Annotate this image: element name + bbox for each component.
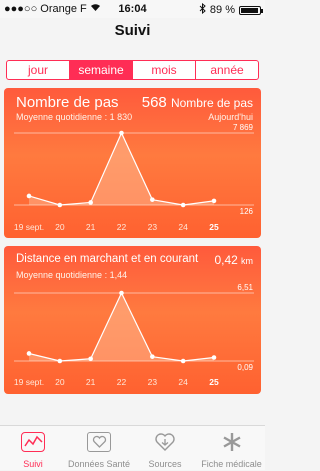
tab-fiche-medicale-label: Fiche médicale bbox=[201, 459, 262, 469]
bluetooth-icon bbox=[199, 2, 206, 17]
x-tick-label: 22 bbox=[117, 222, 127, 232]
data-point bbox=[57, 202, 63, 208]
y-max-label: 6,51 bbox=[237, 283, 253, 292]
segment-mois[interactable]: mois bbox=[133, 61, 196, 79]
x-tick-label: 21 bbox=[86, 222, 96, 232]
y-min-label: 126 bbox=[240, 207, 254, 216]
status-right: 89 % bbox=[199, 2, 263, 17]
distance-line-chart: 6,51 0,09 19 sept. 20 21 22 23 24 25 bbox=[14, 283, 254, 387]
data-point bbox=[26, 351, 32, 356]
steps-line-chart: 7 869 126 19 sept. 20 21 22 23 24 25 bbox=[14, 123, 254, 232]
segment-annee[interactable]: année bbox=[196, 61, 258, 79]
data-point bbox=[150, 354, 155, 359]
y-min-label: 0,09 bbox=[237, 363, 253, 372]
tab-sources[interactable]: Sources bbox=[132, 426, 198, 471]
data-point bbox=[119, 130, 124, 136]
data-point bbox=[180, 202, 186, 208]
x-tick-label: 20 bbox=[55, 377, 65, 387]
x-tick-label: 25 bbox=[209, 377, 219, 387]
suivi-icon bbox=[21, 432, 45, 452]
series-area bbox=[29, 133, 214, 205]
distance-card[interactable]: Distance en marchant et en courant 0,42 … bbox=[4, 246, 261, 394]
x-tick-label: 25 bbox=[209, 222, 219, 232]
x-tick-label: 24 bbox=[178, 222, 188, 232]
status-bar: ●●●○○ Orange F 16:04 89 % bbox=[0, 0, 265, 18]
x-tick-label: 22 bbox=[117, 377, 127, 387]
data-point bbox=[180, 358, 186, 364]
steps-card[interactable]: Nombre de pas 568 Nombre de pas Moyenne … bbox=[4, 88, 261, 238]
data-point bbox=[26, 193, 32, 199]
data-point bbox=[150, 197, 155, 202]
data-point bbox=[211, 355, 217, 360]
x-tick-label: 21 bbox=[86, 377, 96, 387]
x-tick-label: 23 bbox=[148, 222, 158, 232]
sources-icon bbox=[154, 431, 176, 453]
segment-jour[interactable]: jour bbox=[7, 61, 70, 79]
series-area bbox=[29, 293, 214, 361]
x-tick-label: 23 bbox=[148, 377, 158, 387]
data-point bbox=[88, 200, 93, 205]
tab-donnees-sante-label: Données Santé bbox=[67, 459, 131, 469]
health-data-icon bbox=[87, 432, 111, 452]
x-tick-label: 24 bbox=[178, 377, 188, 387]
data-point bbox=[88, 356, 93, 362]
medical-id-icon bbox=[221, 431, 243, 453]
tab-bar: Suivi Données Santé Sources Fiche médica… bbox=[0, 425, 265, 470]
x-tick-label: 19 sept. bbox=[14, 377, 44, 387]
battery-icon bbox=[239, 5, 263, 15]
y-max-label: 7 869 bbox=[233, 123, 254, 132]
page-title: Suivi bbox=[114, 22, 151, 39]
tab-suivi-label: Suivi bbox=[23, 459, 43, 469]
data-point bbox=[211, 198, 217, 204]
data-point bbox=[57, 358, 63, 364]
tab-suivi[interactable]: Suivi bbox=[0, 426, 66, 471]
segment-semaine[interactable]: semaine bbox=[70, 61, 133, 79]
tab-donnees-sante[interactable]: Données Santé bbox=[66, 426, 132, 471]
tab-fiche-medicale[interactable]: Fiche médicale bbox=[198, 426, 265, 471]
x-tick-label: 19 sept. bbox=[14, 222, 44, 232]
tab-sources-label: Sources bbox=[148, 459, 182, 469]
period-segmented-control: jour semaine mois année bbox=[6, 60, 259, 80]
x-tick-label: 20 bbox=[55, 222, 65, 232]
battery-percent: 89 % bbox=[209, 4, 235, 16]
data-point bbox=[119, 290, 124, 296]
